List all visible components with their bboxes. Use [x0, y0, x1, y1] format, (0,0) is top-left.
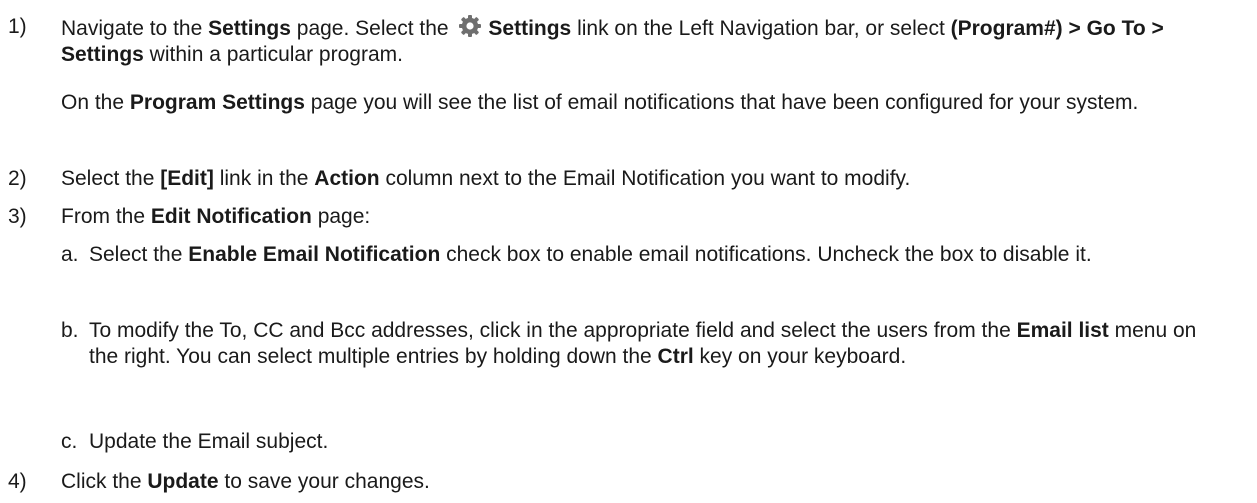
action-column-term: Action — [314, 167, 380, 190]
email-list-term: Email list — [1016, 319, 1109, 342]
step-number: 3) — [8, 205, 27, 228]
substep-text: Select the Enable Email Notification che… — [89, 243, 1092, 266]
step-text: Navigate to the Settings page. Select th… — [61, 14, 1251, 68]
substep-text: To modify the To, CC and Bcc addresses, … — [89, 319, 1197, 368]
step-text: Select the [Edit] link in the Action col… — [61, 167, 911, 190]
step-number: 2) — [8, 167, 27, 190]
edit-notification-term: Edit Notification — [150, 205, 312, 228]
step-note-text: On the Program Settings page you will se… — [61, 91, 1139, 114]
substep-letter: a. — [61, 243, 79, 266]
program-settings-term: Program Settings — [129, 91, 305, 114]
step-text: Click the Update to save your changes. — [61, 470, 430, 493]
substep-letter: b. — [61, 319, 79, 342]
substep-letter: c. — [61, 430, 78, 453]
step-number: 4) — [8, 470, 27, 493]
step-number: 1) — [8, 15, 27, 38]
gear-icon — [459, 15, 482, 37]
step-text: From the Edit Notification page: — [61, 205, 371, 228]
instruction-document: 1) Navigate to the Settings page. Select… — [0, 0, 1257, 503]
edit-link-term: [Edit] — [160, 167, 214, 190]
settings-link-term: Settings — [488, 17, 572, 40]
substep-text: Update the Email subject. — [89, 430, 329, 453]
update-button-term: Update — [147, 470, 219, 493]
settings-page-term: Settings — [208, 17, 291, 40]
enable-email-notification-term: Enable Email Notification — [188, 243, 441, 266]
ctrl-key-term: Ctrl — [657, 345, 694, 368]
